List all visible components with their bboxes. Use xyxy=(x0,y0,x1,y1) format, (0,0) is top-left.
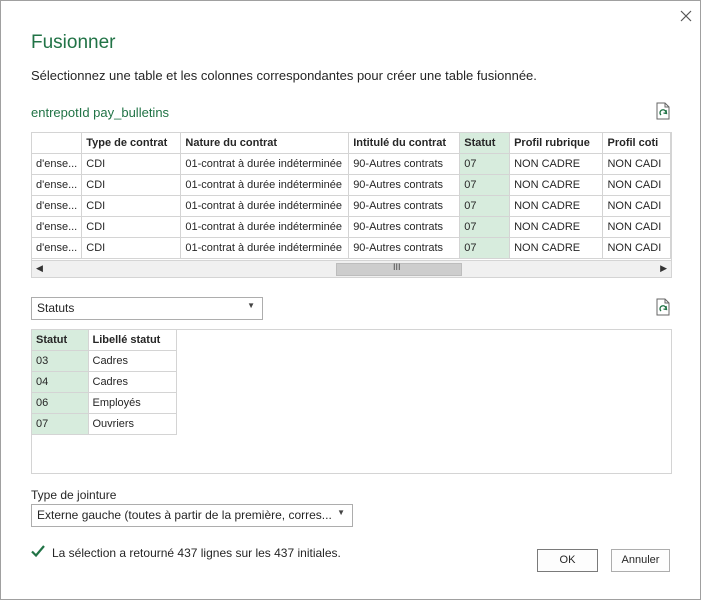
table-cell: CDI xyxy=(81,195,182,217)
table-row: d'ense... CDI 01-contrat à durée indéter… xyxy=(32,216,671,238)
table-cell: Cadres xyxy=(88,350,177,372)
table-cell: NON CADI xyxy=(602,153,671,175)
table-cell: d'ense... xyxy=(32,216,83,238)
table-cell: 07 xyxy=(459,237,511,259)
column-header[interactable]: Profil coti xyxy=(602,133,671,154)
table-cell: 07 xyxy=(459,153,511,175)
chevron-down-icon: ▼ xyxy=(247,301,255,310)
table-cell: NON CADI xyxy=(602,174,671,196)
table-row: 06 Employés xyxy=(32,392,177,414)
join-type-label: Type de jointure xyxy=(31,488,117,502)
table-cell: 03 xyxy=(32,350,89,372)
table-cell: d'ense... xyxy=(32,195,83,217)
table-cell: NON CADRE xyxy=(509,237,604,259)
table-cell: d'ense... xyxy=(32,174,83,196)
scrollbar-grip: III xyxy=(393,262,401,272)
table-cell: 01-contrat à durée indéterminée xyxy=(180,153,350,175)
table-row: 03 Cadres xyxy=(32,350,177,372)
checkmark-icon xyxy=(31,545,45,558)
table-cell: 07 xyxy=(32,413,89,435)
dialog-description: Sélectionnez une table et les colonnes c… xyxy=(31,68,537,83)
table-cell: CDI xyxy=(81,174,182,196)
table-cell: NON CADRE xyxy=(509,174,604,196)
table-cell: NON CADRE xyxy=(509,153,604,175)
table-cell: Cadres xyxy=(88,371,177,393)
second-table-selected: Statuts xyxy=(37,301,75,315)
column-header[interactable]: Libellé statut xyxy=(88,330,177,351)
cancel-button[interactable]: Annuler xyxy=(611,549,670,572)
table-cell: 01-contrat à durée indéterminée xyxy=(180,174,350,196)
refresh-preview-icon[interactable] xyxy=(655,298,671,316)
table-cell: 01-contrat à durée indéterminée xyxy=(180,216,350,238)
table-cell: 90-Autres contrats xyxy=(348,216,461,238)
column-header[interactable]: Intitulé du contrat xyxy=(348,133,461,154)
table-row: 07 Ouvriers xyxy=(32,413,177,435)
column-header[interactable]: Nature du contrat xyxy=(180,133,350,154)
table-cell: 07 xyxy=(459,216,511,238)
column-header[interactable] xyxy=(32,133,83,154)
scroll-left-icon[interactable]: ◀ xyxy=(36,263,43,274)
scroll-right-icon[interactable]: ▶ xyxy=(660,263,667,274)
second-table-dropdown[interactable]: Statuts ▼ xyxy=(31,297,263,320)
table-cell: Ouvriers xyxy=(88,413,177,435)
ok-button[interactable]: OK xyxy=(537,549,598,572)
table-cell: 01-contrat à durée indéterminée xyxy=(180,195,350,217)
close-icon[interactable] xyxy=(677,7,695,25)
table-cell: NON CADI xyxy=(602,237,671,259)
join-type-dropdown[interactable]: Externe gauche (toutes à partir de la pr… xyxy=(31,504,353,527)
first-table-name: entrepotId pay_bulletins xyxy=(31,105,170,120)
chevron-down-icon: ▼ xyxy=(337,508,345,517)
join-type-selected: Externe gauche (toutes à partir de la pr… xyxy=(37,508,332,522)
table-row: 04 Cadres xyxy=(32,371,177,393)
merge-dialog: Fusionner Sélectionnez une table et les … xyxy=(0,0,701,600)
table-cell: 07 xyxy=(459,174,511,196)
status-text: La sélection a retourné 437 lignes sur l… xyxy=(52,546,341,560)
column-header-selected[interactable]: Statut xyxy=(459,133,511,154)
table-cell: 04 xyxy=(32,371,89,393)
table-cell: 06 xyxy=(32,392,89,414)
table-cell: NON CADI xyxy=(602,195,671,217)
horizontal-scrollbar[interactable]: ◀ III ▶ xyxy=(32,260,671,277)
first-table-preview: Type de contrat Nature du contrat Intitu… xyxy=(31,132,672,278)
column-header-selected[interactable]: Statut xyxy=(32,330,89,351)
table-row: d'ense... CDI 01-contrat à durée indéter… xyxy=(32,153,671,175)
table-cell: CDI xyxy=(81,153,182,175)
table-cell: 01-contrat à durée indéterminée xyxy=(180,237,350,259)
first-table-grid: Type de contrat Nature du contrat Intitu… xyxy=(32,133,671,259)
table-cell: d'ense... xyxy=(32,237,83,259)
table-row: d'ense... CDI 01-contrat à durée indéter… xyxy=(32,195,671,217)
table-cell: 90-Autres contrats xyxy=(348,237,461,259)
table-cell: NON CADRE xyxy=(509,195,604,217)
second-table-grid: Statut Libellé statut 03 Cadres 04 Cadre… xyxy=(32,330,177,435)
table-row: d'ense... CDI 01-contrat à durée indéter… xyxy=(32,174,671,196)
table-cell: 90-Autres contrats xyxy=(348,153,461,175)
dialog-title: Fusionner xyxy=(31,32,116,53)
second-table-preview: Statut Libellé statut 03 Cadres 04 Cadre… xyxy=(31,329,672,474)
table-cell: 90-Autres contrats xyxy=(348,195,461,217)
table-cell: NON CADRE xyxy=(509,216,604,238)
table-cell: 90-Autres contrats xyxy=(348,174,461,196)
column-header[interactable]: Profil rubrique xyxy=(509,133,604,154)
table-cell: d'ense... xyxy=(32,153,83,175)
refresh-preview-icon[interactable] xyxy=(655,102,671,120)
table-cell: CDI xyxy=(81,237,182,259)
table-cell: NON CADI xyxy=(602,216,671,238)
table-cell: CDI xyxy=(81,216,182,238)
table-cell: Employés xyxy=(88,392,177,414)
table-cell: 07 xyxy=(459,195,511,217)
scrollbar-thumb[interactable]: III xyxy=(336,262,462,276)
table-row: d'ense... CDI 01-contrat à durée indéter… xyxy=(32,237,671,259)
column-header[interactable]: Type de contrat xyxy=(81,133,182,154)
